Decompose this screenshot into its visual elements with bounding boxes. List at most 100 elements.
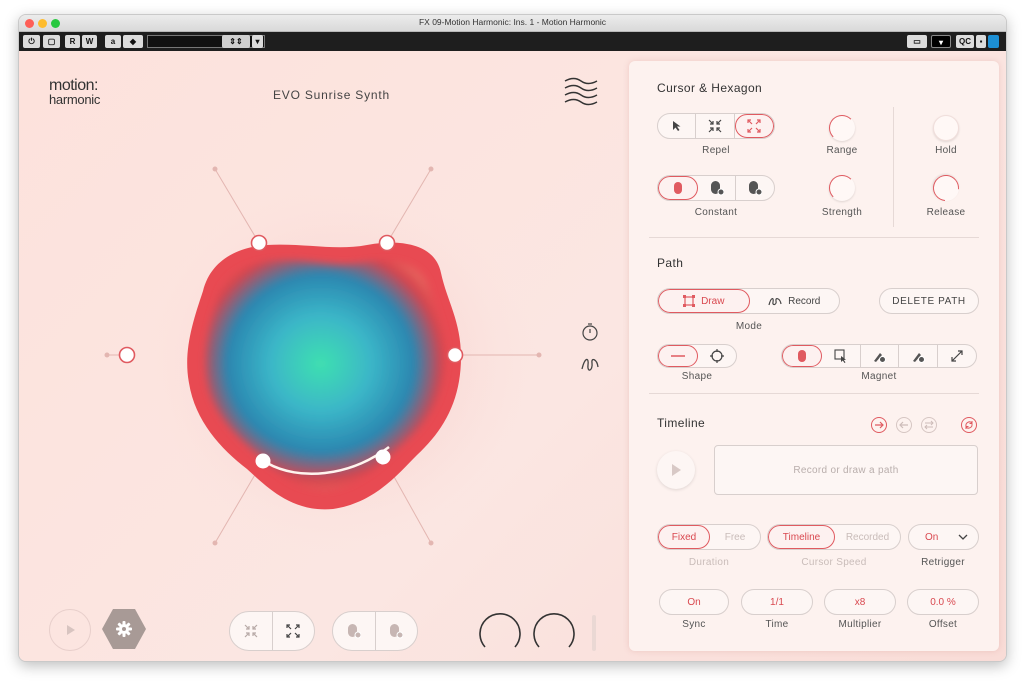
loop-icon: [965, 421, 973, 429]
mouse-add-button[interactable]: [333, 612, 376, 650]
cursor-speed-label: Cursor Speed: [801, 557, 867, 568]
mouse-check-button[interactable]: [736, 176, 774, 200]
timer-icon[interactable]: [579, 321, 601, 343]
retrigger-label: Retrigger: [921, 557, 965, 568]
settings-button[interactable]: [101, 607, 147, 651]
fixed-button[interactable]: Fixed: [658, 525, 710, 549]
host-toolbar: ⏻ ▢ R W a ◆ ⇕⇕ ▾ ▭ ▾ QC ▪: [19, 32, 1006, 51]
magnet-select-button[interactable]: [822, 345, 861, 367]
bottom-knob-1[interactable]: [477, 609, 523, 655]
range-knob[interactable]: [829, 115, 855, 141]
line-icon: [671, 355, 685, 357]
bypass-icon[interactable]: ▢: [43, 35, 60, 48]
delete-path-button[interactable]: DELETE PATH: [879, 288, 979, 314]
window-title: FX 09-Motion Harmonic: Ins. 1 - Motion H…: [418, 17, 607, 27]
logo-line2: harmonic: [49, 92, 101, 107]
color-swatch[interactable]: [988, 35, 999, 48]
magnet-remove-icon: [913, 353, 926, 363]
mouse-add-icon: [347, 624, 361, 639]
circle-shape-button[interactable]: [698, 345, 736, 367]
path-mode-toggle[interactable]: Draw Record: [657, 288, 840, 314]
preset-a-button[interactable]: a: [105, 35, 121, 48]
magnet-toggle[interactable]: [781, 344, 977, 368]
expand-button[interactable]: [273, 612, 315, 650]
contract-icon: [244, 624, 258, 638]
retrigger-dropdown[interactable]: On: [908, 524, 979, 550]
attract-button[interactable]: [696, 114, 735, 138]
mouse-check-button[interactable]: [376, 612, 418, 650]
cursor-pointer-button[interactable]: [658, 114, 697, 138]
bottom-knob-2[interactable]: [531, 609, 577, 655]
strength-knob[interactable]: [829, 175, 855, 201]
timeline-display[interactable]: Record or draw a path: [714, 445, 978, 495]
magnet-add-icon: [874, 353, 887, 363]
release-knob[interactable]: [927, 169, 965, 207]
hold-label: Hold: [935, 145, 957, 156]
magnet-add-button[interactable]: [861, 345, 900, 367]
range-label: Range: [826, 145, 858, 156]
write-automation-button[interactable]: W: [82, 35, 97, 48]
offset-value[interactable]: 0.0 %: [907, 589, 979, 615]
output-meter: [592, 615, 596, 651]
power-icon[interactable]: ⏻: [23, 35, 40, 48]
line-shape-button[interactable]: [658, 345, 698, 367]
magnet-mouse-button[interactable]: [782, 345, 822, 367]
mouse-add-button[interactable]: [698, 176, 737, 200]
timeline-forward-button[interactable]: [871, 417, 887, 433]
timeline-play-button[interactable]: [657, 451, 695, 489]
multiplier-value[interactable]: x8: [824, 589, 896, 615]
magnet-remove-button[interactable]: [899, 345, 939, 367]
hold-knob[interactable]: [933, 115, 959, 141]
free-button[interactable]: Free: [710, 525, 760, 549]
draw-button[interactable]: Draw: [658, 289, 750, 313]
preset-arrows-icon[interactable]: ⇕⇕: [222, 35, 250, 48]
record-button[interactable]: Record: [750, 289, 840, 313]
sidechain-icon[interactable]: ◆: [123, 35, 143, 48]
path-title: Path: [657, 256, 684, 270]
menu-waves-icon[interactable]: [562, 75, 600, 109]
bottom-mouse-toggle[interactable]: [332, 611, 418, 651]
duration-toggle[interactable]: Fixed Free: [657, 524, 761, 550]
timeline-pingpong-button[interactable]: [921, 417, 937, 433]
lock-icon[interactable]: ▪: [976, 35, 986, 48]
time-value[interactable]: 1/1: [741, 589, 813, 615]
camera-icon[interactable]: ▭: [907, 35, 927, 48]
preset-dropdown-icon[interactable]: ▾: [252, 35, 263, 48]
plugin-body: motion: harmonic EVO Sunrise Synth Curso…: [19, 51, 1006, 661]
constant-mode-toggle[interactable]: [657, 175, 775, 201]
timeline-backward-button[interactable]: [896, 417, 912, 433]
contract-icon: [708, 119, 722, 133]
crosshair-circle-icon: [710, 349, 724, 363]
repel-mode-toggle[interactable]: [657, 113, 775, 139]
recorded-speed-button[interactable]: Recorded: [835, 525, 900, 549]
select-pointer-icon: [834, 349, 846, 363]
timeline-title: Timeline: [657, 416, 706, 430]
record-label: Record: [788, 295, 821, 307]
host-dropdown-icon[interactable]: ▾: [931, 35, 951, 48]
contract-button[interactable]: [230, 612, 273, 650]
shape-toggle[interactable]: [657, 344, 737, 368]
path-squiggle-icon[interactable]: [579, 353, 601, 375]
pointer-icon: [672, 121, 681, 131]
shape-label: Shape: [681, 371, 713, 382]
cursor-speed-toggle[interactable]: Timeline Recorded: [767, 524, 901, 550]
play-icon: [672, 464, 681, 476]
magnet-expand-button[interactable]: [938, 345, 976, 367]
read-automation-button[interactable]: R: [65, 35, 80, 48]
hexagon-stage[interactable]: [99, 151, 579, 571]
timeline-speed-button[interactable]: Timeline: [768, 525, 835, 549]
repel-label: Repel: [702, 145, 730, 156]
preset-name[interactable]: EVO Sunrise Synth: [273, 88, 390, 102]
strength-label: Strength: [821, 207, 863, 218]
cursor-hexagon-title: Cursor & Hexagon: [657, 81, 763, 95]
expand-icon: [747, 119, 761, 133]
bottom-repel-toggle[interactable]: [229, 611, 315, 651]
arrow-right-icon: [875, 421, 884, 429]
repel-button[interactable]: [734, 114, 774, 138]
play-button[interactable]: [49, 609, 91, 651]
mouse-constant-button[interactable]: [658, 176, 698, 200]
quick-controls-button[interactable]: QC: [956, 35, 974, 48]
timeline-loop-button[interactable]: [961, 417, 977, 433]
sync-button[interactable]: On: [659, 589, 729, 615]
mode-label: Mode: [735, 321, 763, 332]
